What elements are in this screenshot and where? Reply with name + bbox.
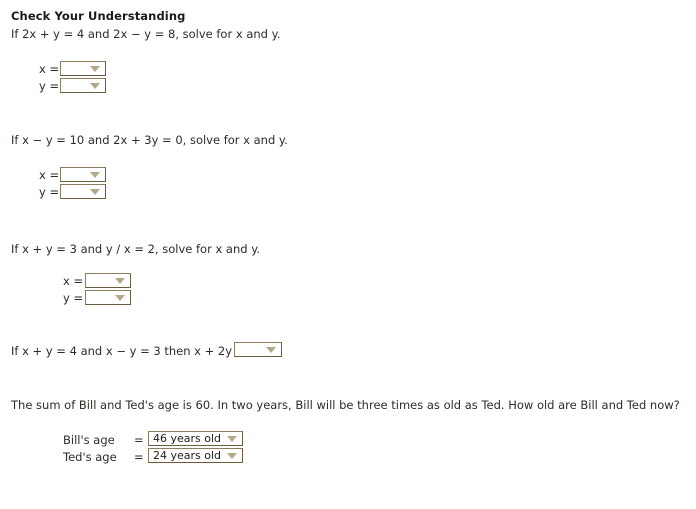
field-label-q1-y: y = <box>39 79 60 93</box>
field-label-teds-age: Ted's age <box>63 450 117 464</box>
chevron-down-icon <box>90 188 100 195</box>
chevron-down-icon <box>227 452 237 459</box>
dropdown-q3-x[interactable] <box>85 273 131 288</box>
chevron-down-icon <box>266 346 276 353</box>
field-label-bills-age: Bill's age <box>63 433 115 447</box>
separator-bills-age: = <box>134 433 144 447</box>
dropdown-bills-age[interactable]: 46 years old <box>148 431 243 446</box>
chevron-down-icon <box>90 171 100 178</box>
separator-teds-age: = <box>134 450 144 464</box>
dropdown-q1-x[interactable] <box>60 61 106 76</box>
question-prompt-q2: If x − y = 10 and 2x + 3y = 0, solve for… <box>11 133 288 147</box>
dropdown-q3-y[interactable] <box>85 290 131 305</box>
dropdown-teds-age-value: 24 years old <box>153 449 222 462</box>
field-label-q1-x: x = <box>39 62 60 76</box>
field-label-q2-x: x = <box>39 168 60 182</box>
dropdown-bills-age-value: 46 years old <box>153 432 222 445</box>
dropdown-teds-age[interactable]: 24 years old <box>148 448 243 463</box>
question-prompt-q5: The sum of Bill and Ted's age is 60. In … <box>11 398 680 412</box>
chevron-down-icon <box>90 82 100 89</box>
question-prompt-q1: If 2x + y = 4 and 2x − y = 8, solve for … <box>11 27 281 41</box>
field-label-q2-y: y = <box>39 185 60 199</box>
page-title: Check Your Understanding <box>11 9 186 23</box>
dropdown-q2-x[interactable] <box>60 167 106 182</box>
chevron-down-icon <box>115 277 125 284</box>
dropdown-q2-y[interactable] <box>60 184 106 199</box>
question-prompt-q3: If x + y = 3 and y / x = 2, solve for x … <box>11 242 261 256</box>
chevron-down-icon <box>227 435 237 442</box>
chevron-down-icon <box>115 294 125 301</box>
dropdown-q1-y[interactable] <box>60 78 106 93</box>
field-label-q3-x: x = <box>63 274 84 288</box>
worksheet-page: Check Your Understanding If 2x + y = 4 a… <box>0 0 696 509</box>
field-label-q3-y: y = <box>63 291 84 305</box>
question-prompt-q4: If x + y = 4 and x − y = 3 then x + 2y i… <box>11 344 249 358</box>
dropdown-q4-answer[interactable] <box>234 342 282 357</box>
chevron-down-icon <box>90 65 100 72</box>
